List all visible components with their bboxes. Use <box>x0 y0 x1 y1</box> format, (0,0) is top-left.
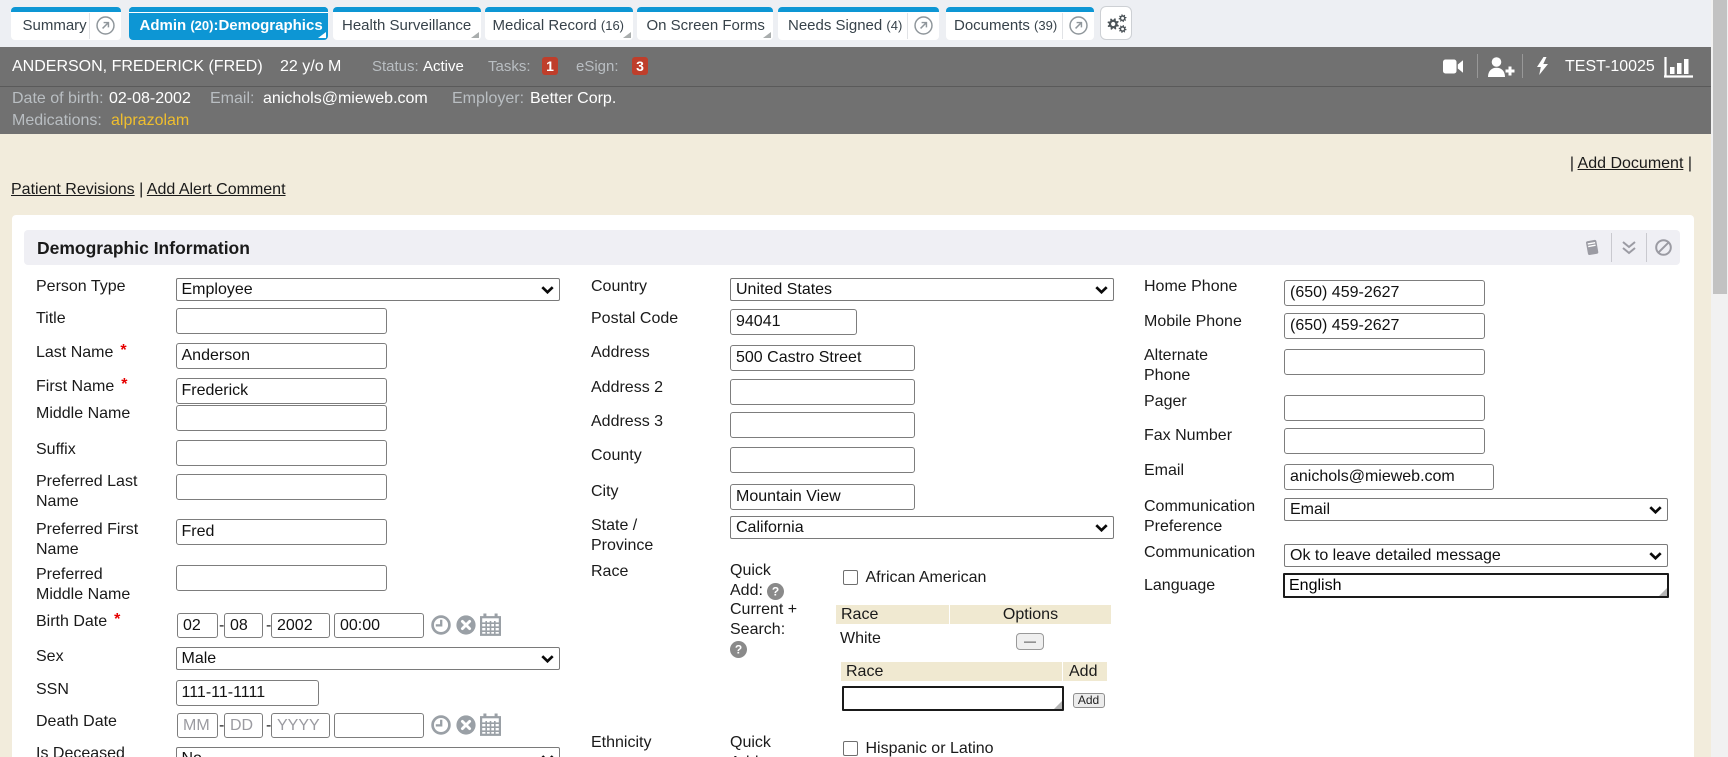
svg-text:?: ? <box>772 585 779 599</box>
svg-text:?: ? <box>735 643 742 657</box>
